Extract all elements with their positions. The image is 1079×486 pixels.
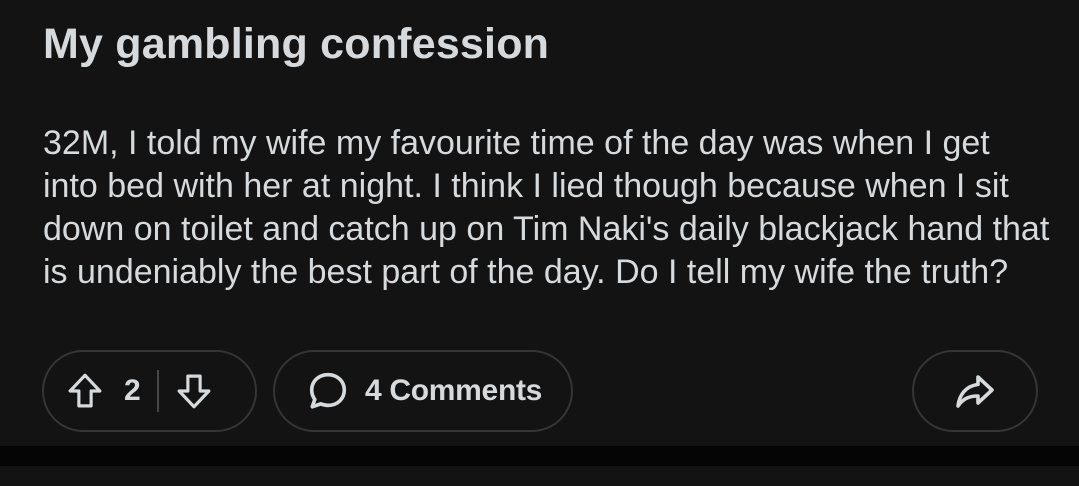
comment-bubble-icon bbox=[305, 368, 351, 414]
next-post-edge bbox=[0, 466, 1079, 486]
upvote-icon[interactable] bbox=[64, 370, 106, 412]
comments-button[interactable]: 4 Comments bbox=[273, 350, 573, 432]
comments-label: 4 Comments bbox=[365, 374, 543, 407]
post-title[interactable]: My gambling confession bbox=[43, 18, 549, 70]
post-body: 32M, I told my wife my favourite time of… bbox=[43, 124, 1050, 291]
vote-bar: 2 bbox=[42, 350, 257, 432]
downvote-icon[interactable] bbox=[173, 370, 215, 412]
feed-separator bbox=[0, 446, 1079, 466]
share-button[interactable] bbox=[912, 350, 1038, 432]
vote-count: 2 bbox=[124, 374, 141, 407]
post-card: My gambling confession 32M, I told my wi… bbox=[0, 0, 1079, 446]
vote-divider bbox=[156, 370, 159, 412]
share-icon bbox=[951, 367, 999, 415]
